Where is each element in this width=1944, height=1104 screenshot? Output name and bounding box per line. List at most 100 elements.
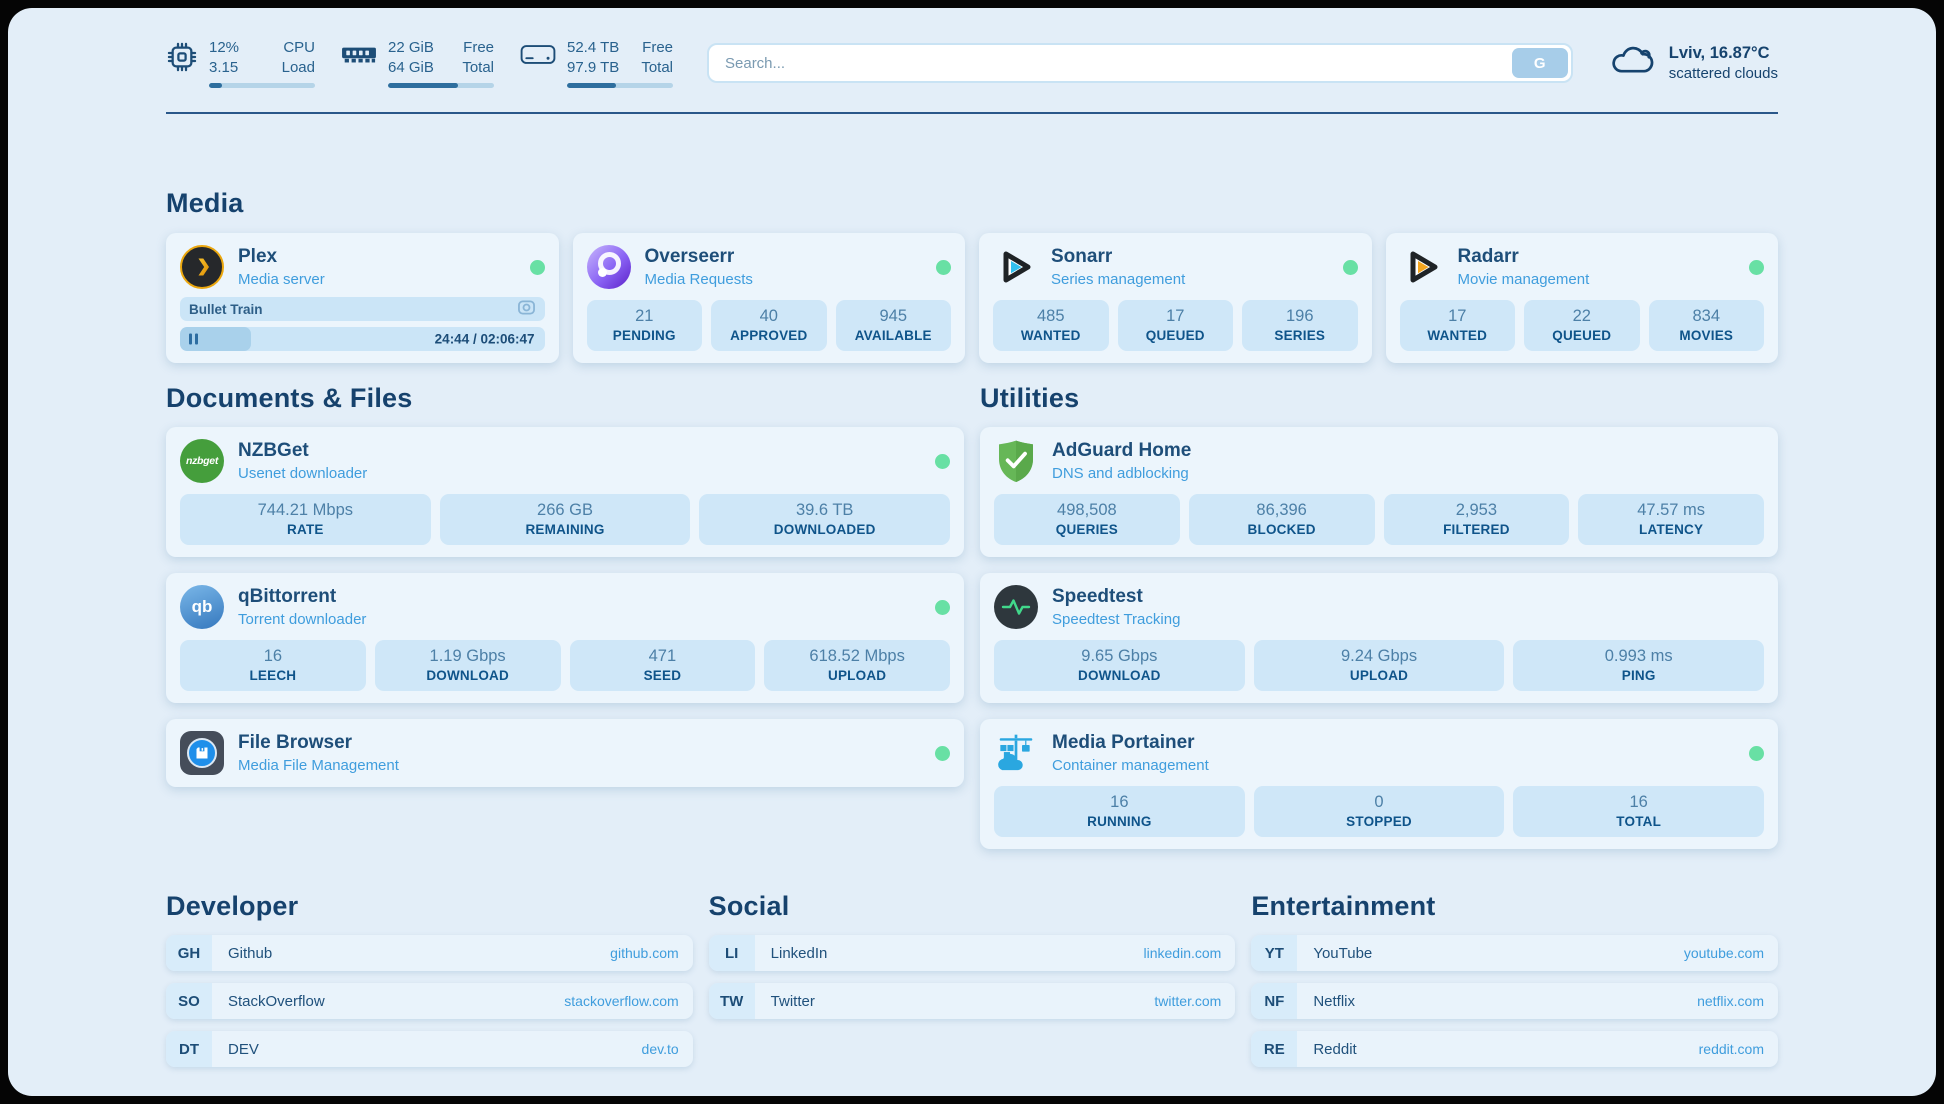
stat-label: DOWNLOAD (998, 668, 1241, 683)
stat-value: 16 (998, 793, 1241, 812)
bookmark-linkedin[interactable]: LI LinkedIn linkedin.com (709, 935, 1236, 971)
service-title: qBittorrent (238, 586, 366, 608)
service-title: Plex (238, 246, 325, 268)
bookmark-abbr: TW (709, 983, 755, 1019)
bookmark-url: netflix.com (1697, 993, 1764, 1009)
bookmark-name: Reddit (1313, 1041, 1356, 1058)
nzbget-icon: nzbget (180, 439, 224, 483)
memory-total-label: Total (462, 58, 494, 78)
service-title: Radarr (1458, 246, 1590, 268)
bookmark-url: youtube.com (1684, 945, 1764, 961)
stat-label: RATE (184, 522, 427, 537)
service-subtitle: Media server (238, 271, 325, 288)
disk-free-label: Free (641, 38, 673, 58)
search-bar: G (707, 43, 1573, 83)
dashboard-surface: 12% 3.15 CPU Load (8, 8, 1936, 1096)
stat-stopped: 0 STOPPED (1254, 786, 1505, 837)
memory-widget: 22 GiB 64 GiB Free Total (341, 38, 494, 88)
bookmark-url: stackoverflow.com (564, 993, 678, 1009)
service-subtitle: DNS and adblocking (1052, 465, 1191, 482)
stat-value: 1.19 Gbps (379, 647, 557, 666)
memory-total-value: 64 GiB (388, 58, 434, 78)
plex-icon (180, 245, 224, 289)
stat-label: TOTAL (1517, 814, 1760, 829)
service-card-overseerr[interactable]: Overseerr Media Requests 21 PENDING 40 A… (573, 233, 966, 363)
portainer-icon (994, 731, 1038, 775)
stat-label: RUNNING (998, 814, 1241, 829)
stat-value: 86,396 (1193, 501, 1371, 520)
stat-value: 16 (1517, 793, 1760, 812)
service-card-radarr[interactable]: Radarr Movie management 17 WANTED 22 QUE… (1386, 233, 1779, 363)
service-subtitle: Torrent downloader (238, 611, 366, 628)
bookmark-stackoverflow[interactable]: SO StackOverflow stackoverflow.com (166, 983, 693, 1019)
disk-progress-fill (567, 83, 616, 88)
service-card-adguard[interactable]: AdGuard Home DNS and adblocking 498,508 … (980, 427, 1778, 557)
stat-available: 945 AVAILABLE (836, 300, 952, 351)
section-title-documents: Documents & Files (166, 383, 964, 414)
stat-label: WANTED (1404, 328, 1512, 343)
stat-value: 17 (1122, 307, 1230, 326)
stat-value: 22 (1528, 307, 1636, 326)
bookmark-url: github.com (610, 945, 678, 961)
memory-progress-fill (388, 83, 458, 88)
stat-label: LATENCY (1582, 522, 1760, 537)
status-dot (1749, 260, 1764, 275)
stat-label: SERIES (1246, 328, 1354, 343)
radarr-icon (1400, 245, 1444, 289)
top-bar: 12% 3.15 CPU Load (166, 36, 1778, 90)
service-subtitle: Series management (1051, 271, 1185, 288)
pause-icon (189, 334, 198, 345)
cpu-load-value: 3.15 (209, 58, 239, 78)
bookmark-youtube[interactable]: YT YouTube youtube.com (1251, 935, 1778, 971)
status-dot (935, 454, 950, 469)
service-card-filebrowser[interactable]: File Browser Media File Management (166, 719, 964, 787)
qbittorrent-icon: qb (180, 585, 224, 629)
sonarr-icon (993, 245, 1037, 289)
stat-label: PING (1517, 668, 1760, 683)
stat-value: 0 (1258, 793, 1501, 812)
bookmark-name: DEV (228, 1041, 259, 1058)
stat-value: 196 (1246, 307, 1354, 326)
bookmark-abbr: LI (709, 935, 755, 971)
stat-upload: 618.52 Mbps UPLOAD (764, 640, 950, 691)
stat-value: 618.52 Mbps (768, 647, 946, 666)
stat-label: UPLOAD (768, 668, 946, 683)
service-card-plex[interactable]: Plex Media server Bullet Train 24:44 / 0… (166, 233, 559, 363)
stat-queued: 22 QUEUED (1524, 300, 1640, 351)
disk-widget: 52.4 TB 97.9 TB Free Total (520, 38, 673, 88)
bookmark-abbr: SO (166, 983, 212, 1019)
stat-approved: 40 APPROVED (711, 300, 827, 351)
bookmark-netflix[interactable]: NF Netflix netflix.com (1251, 983, 1778, 1019)
system-resources: 12% 3.15 CPU Load (166, 38, 673, 88)
section-title-utilities: Utilities (980, 383, 1778, 414)
service-card-nzbget[interactable]: nzbget NZBGet Usenet downloader 744.21 M… (166, 427, 964, 557)
status-dot (530, 260, 545, 275)
bookmark-github[interactable]: GH Github github.com (166, 935, 693, 971)
stat-running: 16 RUNNING (994, 786, 1245, 837)
cpu-progress-fill (209, 83, 222, 88)
service-title: Overseerr (645, 246, 753, 268)
stat-remaining: 266 GB REMAINING (440, 494, 691, 545)
service-card-qbittorrent[interactable]: qb qBittorrent Torrent downloader 16 LEE… (166, 573, 964, 703)
stat-latency: 47.57 ms LATENCY (1578, 494, 1764, 545)
disk-icon (520, 41, 556, 73)
app-window: 12% 3.15 CPU Load (0, 0, 1944, 1104)
bookmark-twitter[interactable]: TW Twitter twitter.com (709, 983, 1236, 1019)
stat-value: 0.993 ms (1517, 647, 1760, 666)
search-input[interactable] (707, 43, 1573, 83)
service-card-sonarr[interactable]: Sonarr Series management 485 WANTED 17 Q… (979, 233, 1372, 363)
search-engine-button[interactable]: G (1512, 48, 1568, 78)
service-title: NZBGet (238, 440, 367, 462)
stat-label: AVAILABLE (840, 328, 948, 343)
stat-label: QUEUED (1528, 328, 1636, 343)
bookmark-reddit[interactable]: RE Reddit reddit.com (1251, 1031, 1778, 1067)
bookmark-abbr: DT (166, 1031, 212, 1067)
stat-label: MOVIES (1653, 328, 1761, 343)
stat-value: 485 (997, 307, 1105, 326)
service-card-speedtest[interactable]: Speedtest Speedtest Tracking 9.65 Gbps D… (980, 573, 1778, 703)
status-dot (935, 600, 950, 615)
cpu-load-label: Load (282, 58, 315, 78)
stat-label: APPROVED (715, 328, 823, 343)
service-card-portainer[interactable]: Media Portainer Container management 16 … (980, 719, 1778, 849)
bookmark-dev[interactable]: DT DEV dev.to (166, 1031, 693, 1067)
